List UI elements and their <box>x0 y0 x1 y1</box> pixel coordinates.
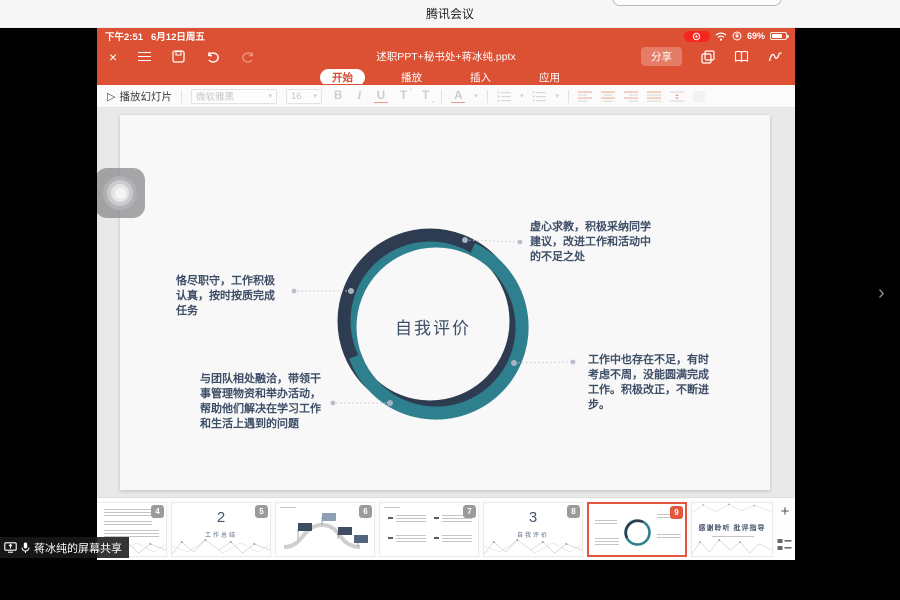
underline-button[interactable]: U <box>374 90 388 103</box>
mini-ring-decoration <box>621 516 653 548</box>
font-color-button[interactable]: A <box>451 90 465 103</box>
document-titlebar: 述职PPT+秘书处+蒋冰纯.pptx × 分享 <box>97 44 795 69</box>
copy-slides-icon[interactable] <box>701 50 715 64</box>
network-decoration <box>692 503 772 515</box>
slide-number-badge: 9 <box>670 506 683 519</box>
redo-icon[interactable] <box>241 51 255 63</box>
slide-number-badge: 8 <box>567 505 580 518</box>
slide-thumbnail-8[interactable]: 8 3 自我评价 <box>483 502 583 557</box>
shared-screen: 下午2:51 6月12日周五 <box>97 28 795 560</box>
share-button[interactable]: 分享 <box>641 47 682 66</box>
play-slideshow-button[interactable]: ▷ 播放幻灯片 <box>107 89 172 104</box>
screen-share-banner[interactable]: 蒋冰纯的屏幕共享 <box>0 537 129 558</box>
closing-caption: 感谢聆听 批评指导 <box>692 523 772 533</box>
align-justify-icon[interactable] <box>647 91 661 102</box>
slide-thumbnail-6[interactable]: 6 <box>275 502 375 557</box>
close-icon[interactable]: × <box>109 50 117 64</box>
slide-number-badge: 4 <box>151 505 164 518</box>
slide-thumbnail-7[interactable]: 7 <box>379 502 479 557</box>
record-icon <box>692 32 701 41</box>
play-icon: ▷ <box>107 90 115 103</box>
undo-icon[interactable] <box>206 51 220 63</box>
slide-canvas[interactable]: 自我评价 虚心求教，积极采纳同学 建议，改进工作和活动中 的不足之处 恪尽职守，… <box>97 108 795 497</box>
orientation-lock-icon <box>732 31 742 41</box>
formatting-toolbar: ▷ 播放幻灯片 微软雅黑 ▾ 16 ▾ B I U T′ T, A ▾ <box>97 85 795 108</box>
ink-pen-icon[interactable] <box>768 50 783 63</box>
battery-icon <box>770 32 787 40</box>
ios-status-bar: 下午2:51 6月12日周五 <box>97 28 795 44</box>
wifi-icon <box>715 32 727 41</box>
chevron-down-icon[interactable]: ▾ <box>474 92 478 100</box>
network-decoration <box>172 538 270 556</box>
slide-sorter-icon[interactable] <box>777 538 792 551</box>
align-right-icon[interactable] <box>624 91 638 102</box>
tab-home[interactable]: 开始 <box>320 69 365 86</box>
slide-thumbnail-5[interactable]: 5 2 工作总结 <box>171 502 271 557</box>
status-date: 6月12日周五 <box>151 29 205 43</box>
current-slide[interactable]: 自我评价 虚心求教，积极采纳同学 建议，改进工作和活动中 的不足之处 恪尽职守，… <box>120 115 770 490</box>
chevron-down-icon: ▾ <box>313 92 317 100</box>
slide-center-title: 自我评价 <box>373 314 493 339</box>
numbered-list-icon[interactable] <box>532 91 546 102</box>
slide-number-badge: 5 <box>255 505 268 518</box>
network-decoration <box>484 538 582 556</box>
align-left-icon[interactable] <box>578 91 592 102</box>
chevron-down-icon[interactable]: ▾ <box>520 92 524 100</box>
battery-percent: 69% <box>747 31 765 41</box>
italic-button[interactable]: I <box>354 90 364 102</box>
shrink-font-button[interactable]: T, <box>419 90 432 102</box>
font-size-select[interactable]: 16 ▾ <box>286 89 322 104</box>
menu-icon[interactable] <box>138 52 151 61</box>
tab-insert[interactable]: 插入 <box>458 69 503 86</box>
meeting-window: 腾讯会议 下午2:51 6月12日周五 <box>0 0 900 600</box>
slide-number-badge: 7 <box>463 505 476 518</box>
chevron-down-icon: ▾ <box>268 92 272 100</box>
slide-thumbnail-10[interactable]: 感谢聆听 批评指导 <box>691 502 773 557</box>
ribbon-tabbar: 开始 播放 插入 应用 <box>97 69 795 85</box>
bold-button[interactable]: B <box>331 90 345 102</box>
roadmap-decoration <box>276 511 374 556</box>
bullet-list-icon[interactable] <box>497 91 511 102</box>
slide-number-badge: 6 <box>359 505 372 518</box>
truncated-toolbar-item <box>693 91 705 102</box>
tab-play[interactable]: 播放 <box>389 69 434 86</box>
read-mode-icon[interactable] <box>734 50 749 63</box>
line-spacing-icon[interactable] <box>670 91 684 102</box>
font-name-select[interactable]: 微软雅黑 ▾ <box>191 89 277 104</box>
callout-bottom-left: 与团队相处融洽，带领干 事管理物资和举办活动， 帮助他们解决在学习工作 和生活上… <box>200 372 338 432</box>
tab-apps[interactable]: 应用 <box>527 69 572 86</box>
callout-top-right: 虚心求教，积极采纳同学 建议，改进工作和活动中 的不足之处 <box>530 220 664 265</box>
filmstrip-controls: + <box>775 498 795 560</box>
grow-font-button[interactable]: T′ <box>397 90 410 102</box>
microphone-icon <box>21 542 30 554</box>
callout-left: 恪尽职守，工作积极 认真，按时按质完成 任务 <box>176 274 292 319</box>
chevron-down-icon[interactable]: ▾ <box>555 92 559 100</box>
status-time: 下午2:51 <box>105 29 143 43</box>
slide-filmstrip: 4 5 2 工作总结 <box>97 497 795 560</box>
panel-expand-chevron[interactable]: › <box>878 282 885 305</box>
share-banner-label: 蒋冰纯的屏幕共享 <box>34 540 122 556</box>
floating-panel-edge[interactable] <box>612 0 782 6</box>
callout-right: 工作中也存在不足，有时 考虑不周，没能圆满完成 工作。积极改正，不断进 步。 <box>588 353 726 413</box>
slide-thumbnail-9-selected[interactable]: 9 <box>587 502 687 557</box>
screen-share-icon <box>4 542 17 553</box>
recording-pill[interactable] <box>684 31 710 42</box>
align-center-icon[interactable] <box>601 91 615 102</box>
add-slide-button[interactable]: + <box>775 504 795 519</box>
meeting-window-title: 腾讯会议 <box>426 5 474 22</box>
assistive-touch-button[interactable] <box>97 168 145 218</box>
network-decoration <box>692 538 772 556</box>
save-icon[interactable] <box>172 50 185 63</box>
